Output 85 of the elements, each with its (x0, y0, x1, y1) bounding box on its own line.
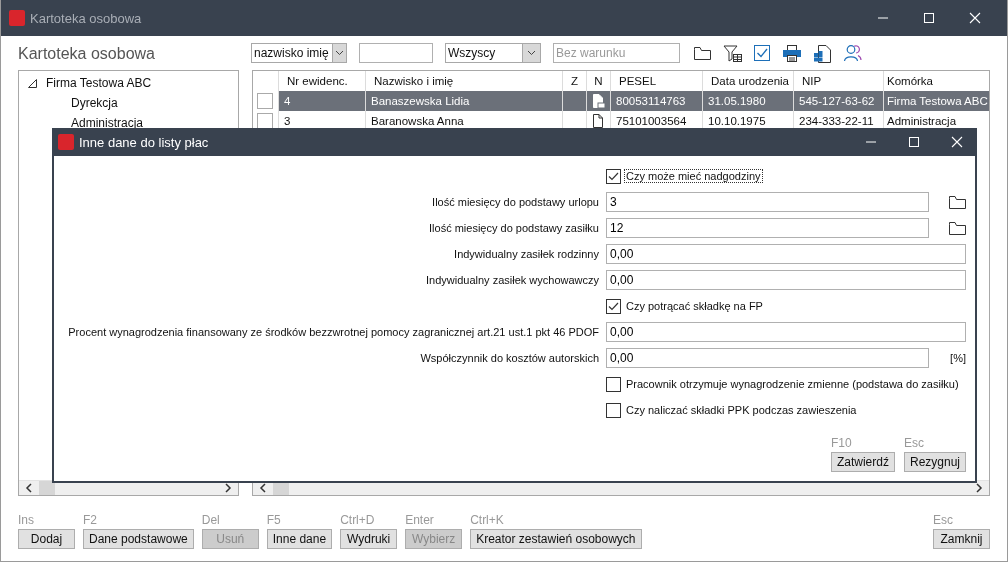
shortcut-label: Ins (18, 513, 35, 527)
shortcut-label: F10 (830, 436, 853, 450)
dropdown-button[interactable] (331, 44, 346, 62)
shortcut-label: Ctrl+D (340, 513, 376, 527)
table-cell-text: Administracja (886, 114, 958, 129)
maximize-icon[interactable] (923, 12, 935, 24)
field-label: Ilość miesięcy do podstawy zasiłku (428, 222, 599, 234)
filter-table-icon[interactable] (723, 44, 742, 62)
field-label: Ilość miesięcy do podstawy urlopu (431, 196, 599, 208)
scroll-left-icon[interactable] (25, 483, 33, 493)
checkbox[interactable] (606, 402, 621, 418)
field-label: Procent wynagrodzenia finansowany ze środków bezzwrotnej pomocy zagranicznej art.21 ust.1 pkt 46 PDOF (67, 326, 599, 338)
document-icon (592, 94, 605, 108)
page-heading: Kartoteka osobowa (18, 45, 156, 63)
checkbox-label[interactable]: Czy naliczać składki PPK podczas zawieszenia (624, 403, 859, 417)
app-logo-icon (58, 134, 74, 150)
input-field[interactable]: 0,00 (606, 348, 929, 368)
chevron-down-icon (526, 48, 537, 58)
folder-icon[interactable] (948, 220, 966, 236)
shortcut-label: F5 (266, 513, 282, 527)
expanded-icon[interactable] (27, 77, 38, 89)
input-field[interactable]: 12 (606, 218, 929, 238)
table-cell: 31.05.1980 (703, 91, 794, 111)
close-icon[interactable] (951, 136, 963, 148)
footer-button[interactable]: Dane podstawowe (83, 529, 194, 549)
field-label: Indywidualny zasiłek rodzinny (453, 248, 599, 260)
shortcut-label: Enter (405, 513, 435, 527)
table-cell: 4 (279, 91, 366, 111)
dialog-button[interactable]: Rezygnuj (903, 452, 966, 472)
window-title: Kartoteka osobowa (30, 10, 142, 26)
checkbox[interactable] (606, 168, 621, 184)
close-icon[interactable] (969, 12, 981, 24)
checkbox-label[interactable]: Czy potrącać składkę na FP (624, 299, 765, 313)
dialog-button[interactable]: Zatwierdź (830, 452, 895, 472)
tree-item[interactable]: Administracja (71, 116, 144, 130)
column-header[interactable]: Komórka (884, 71, 989, 91)
tree-item[interactable]: Dyrekcja (71, 96, 118, 110)
shortcut-label: F2 (83, 513, 98, 527)
shortcut-label: Esc (903, 436, 925, 450)
document-chart-icon[interactable] (813, 43, 832, 63)
scroll-left-icon[interactable] (259, 483, 267, 493)
condition-field[interactable]: Bez warunku (553, 43, 680, 63)
checkbox-label[interactable]: Czy może mieć nadgodziny (624, 169, 763, 183)
checkbox[interactable] (606, 376, 621, 392)
footer-button[interactable]: Kreator zestawień osobowych (470, 529, 642, 549)
table-cell: 545-127-63-62 (794, 91, 884, 111)
input-field[interactable]: 0,00 (606, 270, 966, 290)
shortcut-label: Del (201, 513, 221, 527)
dialog-title: Inne dane do listy płac (79, 134, 209, 150)
folder-icon[interactable] (693, 45, 712, 61)
checkbox[interactable] (606, 298, 621, 314)
tree-item[interactable]: Firma Testowa ABC (46, 76, 152, 90)
checkbox-label[interactable]: Pracownik otrzymuje wynagrodzenie zmienne (podstawa do zasiłku) (624, 377, 961, 391)
row-checkbox[interactable] (257, 113, 273, 129)
maximize-icon[interactable] (908, 136, 920, 148)
dropdown[interactable]: Wszyscy (445, 43, 541, 63)
footer-button[interactable]: Wydruki (340, 529, 398, 549)
printer-icon[interactable] (782, 43, 802, 63)
app-logo-icon (9, 10, 25, 26)
chevron-down-icon (333, 48, 345, 58)
input-field[interactable]: 3 (606, 192, 929, 212)
row-checkbox[interactable] (257, 93, 273, 109)
unit-label: [%] (950, 352, 966, 364)
search-field[interactable] (359, 43, 433, 63)
table-row[interactable]: 4 Banaszewska Lidia 80053114763 31.05.1980 545-127-63-62 Firma Testowa ABC (253, 91, 989, 111)
field-label: Współczynnik do kosztów autorskich (419, 352, 599, 364)
checkbox-icon[interactable] (753, 44, 771, 62)
shortcut-label: Esc (933, 513, 954, 527)
field-label: Indywidualny zasiłek wychowawczy (425, 274, 599, 286)
dropdown[interactable]: nazwisko imię (251, 43, 347, 63)
table-cell: Firma Testowa ABC (884, 91, 989, 111)
folder-icon[interactable] (948, 194, 966, 210)
table-cell: Banaszewska Lidia (366, 91, 563, 111)
footer-button[interactable]: Dodaj (18, 529, 75, 549)
scrollbar-thumb[interactable] (39, 481, 55, 495)
users-icon[interactable] (843, 44, 862, 62)
scroll-right-icon[interactable] (975, 483, 983, 493)
input-field[interactable]: 0,00 (606, 322, 966, 342)
scroll-right-icon[interactable] (224, 483, 232, 493)
footer-button[interactable]: Inne dane (266, 529, 333, 549)
input-field[interactable]: 0,00 (606, 244, 966, 264)
shortcut-label: Ctrl+K (470, 513, 505, 527)
table-cell: 80053114763 (611, 91, 703, 111)
document-icon (592, 114, 605, 128)
close-button[interactable]: Zamknij (933, 529, 990, 549)
